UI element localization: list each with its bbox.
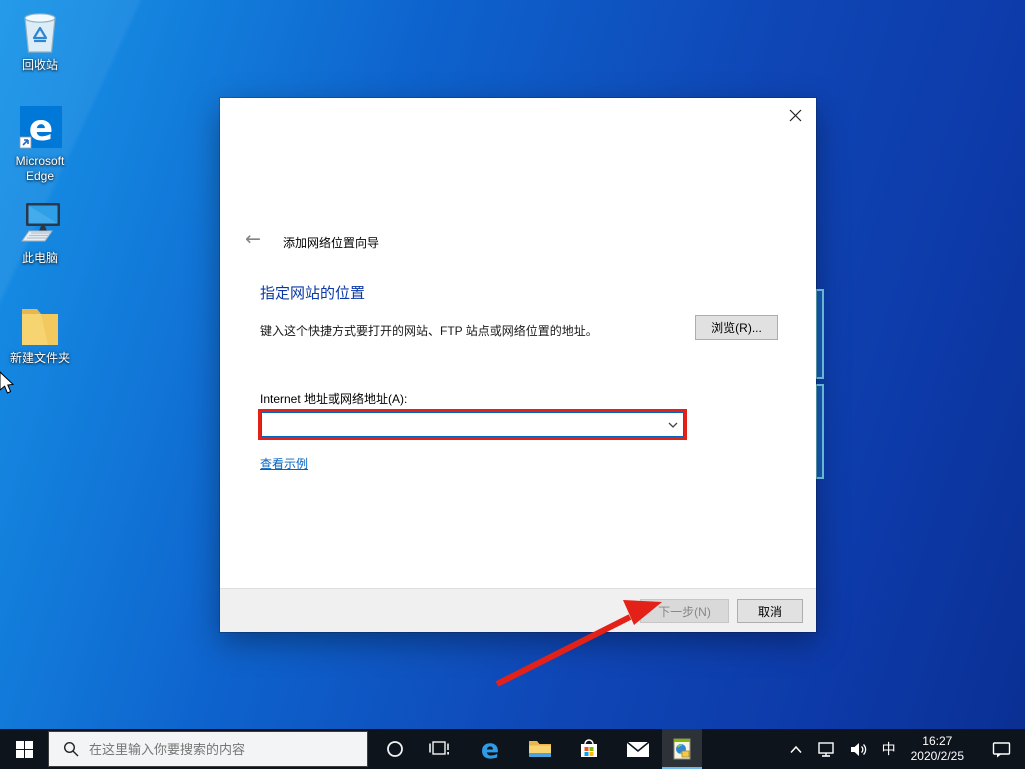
back-arrow-icon: ← bbox=[245, 228, 261, 250]
taskbar: e bbox=[0, 729, 1025, 769]
microsoft-edge-icon: e bbox=[1, 104, 79, 152]
desktop-icon-label: 回收站 bbox=[1, 58, 79, 73]
task-view-icon bbox=[429, 740, 451, 758]
search-icon bbox=[63, 741, 79, 757]
action-center-button[interactable] bbox=[972, 729, 1025, 769]
close-icon bbox=[789, 109, 802, 122]
chevron-up-icon bbox=[789, 745, 803, 754]
network-wizard-icon bbox=[671, 738, 693, 760]
desktop-icon-label: 新建文件夹 bbox=[1, 351, 79, 366]
clock-time: 16:27 bbox=[911, 734, 964, 749]
view-examples-link[interactable]: 查看示例 bbox=[260, 455, 308, 472]
search-input[interactable] bbox=[89, 742, 339, 757]
active-app-network-wizard-button[interactable] bbox=[662, 729, 702, 769]
wallpaper-highlight-rect bbox=[815, 384, 824, 479]
mouse-cursor bbox=[0, 371, 14, 397]
ime-indicator[interactable]: 中 bbox=[875, 729, 903, 769]
volume-button[interactable] bbox=[843, 729, 875, 769]
edge-icon: e bbox=[481, 736, 499, 763]
add-network-location-wizard-dialog: ← 添加网络位置向导 指定网站的位置 键入这个快捷方式要打开的网站、FTP 站点… bbox=[220, 98, 816, 632]
svg-text:e: e bbox=[29, 108, 53, 149]
taskbar-search-box[interactable] bbox=[48, 731, 368, 767]
browse-button[interactable]: 浏览(R)... bbox=[695, 315, 778, 340]
clock-date: 2020/2/25 bbox=[911, 749, 964, 764]
folder-icon bbox=[1, 301, 79, 349]
address-input[interactable] bbox=[262, 413, 663, 436]
taskbar-clock[interactable]: 16:27 2020/2/25 bbox=[903, 734, 972, 764]
desktop-icon-label: 此电脑 bbox=[1, 251, 79, 266]
desktop-icon-microsoft-edge[interactable]: e Microsoft Edge bbox=[1, 104, 79, 184]
tray-chevron-button[interactable] bbox=[782, 729, 810, 769]
cortana-button[interactable] bbox=[372, 729, 418, 769]
chevron-down-icon bbox=[668, 422, 678, 428]
recycle-bin-icon bbox=[1, 8, 79, 56]
address-combobox[interactable] bbox=[261, 412, 684, 437]
wizard-footer: 下一步(N) 取消 bbox=[220, 588, 816, 632]
address-label: Internet 地址或网络地址(A): bbox=[260, 390, 407, 407]
network-icon bbox=[817, 741, 836, 758]
page-heading: 指定网站的位置 bbox=[260, 282, 365, 303]
cortana-icon bbox=[386, 740, 404, 758]
close-button[interactable] bbox=[780, 102, 810, 128]
system-tray: 中 16:27 2020/2/25 bbox=[782, 729, 1025, 769]
desktop-icon-new-folder[interactable]: 新建文件夹 bbox=[1, 301, 79, 366]
mail-button[interactable] bbox=[616, 729, 660, 769]
page-description: 键入这个快捷方式要打开的网站、FTP 站点或网络位置的地址。 bbox=[260, 322, 598, 339]
windows-logo-icon bbox=[16, 741, 33, 758]
desktop-icon-this-pc[interactable]: 此电脑 bbox=[1, 201, 79, 266]
screen: 回收站 e Microsoft Edge 此电脑 bbox=[0, 0, 1025, 769]
this-pc-icon bbox=[1, 201, 79, 249]
speaker-icon bbox=[850, 742, 868, 757]
wizard-title: 添加网络位置向导 bbox=[283, 234, 379, 251]
start-button[interactable] bbox=[0, 729, 48, 769]
combobox-dropdown-button[interactable] bbox=[663, 413, 683, 436]
microsoft-store-icon bbox=[578, 738, 600, 760]
task-view-button[interactable] bbox=[418, 729, 462, 769]
red-highlight-annotation bbox=[258, 409, 687, 440]
next-button[interactable]: 下一步(N) bbox=[640, 599, 729, 623]
desktop-icon-label: Microsoft Edge bbox=[1, 154, 79, 184]
microsoft-store-button[interactable] bbox=[567, 729, 611, 769]
network-status-button[interactable] bbox=[810, 729, 843, 769]
wallpaper-highlight-rect bbox=[815, 289, 824, 379]
mail-icon bbox=[626, 741, 650, 758]
taskbar-spacer bbox=[702, 729, 782, 769]
wizard-header: ← 添加网络位置向导 bbox=[220, 233, 816, 253]
action-center-icon bbox=[992, 740, 1011, 758]
desktop-icon-recycle-bin[interactable]: 回收站 bbox=[1, 8, 79, 73]
cancel-button[interactable]: 取消 bbox=[737, 599, 803, 623]
file-explorer-button[interactable] bbox=[518, 729, 562, 769]
taskbar-edge-button[interactable]: e bbox=[468, 729, 512, 769]
file-explorer-icon bbox=[528, 739, 552, 759]
back-button[interactable]: ← bbox=[245, 229, 261, 249]
